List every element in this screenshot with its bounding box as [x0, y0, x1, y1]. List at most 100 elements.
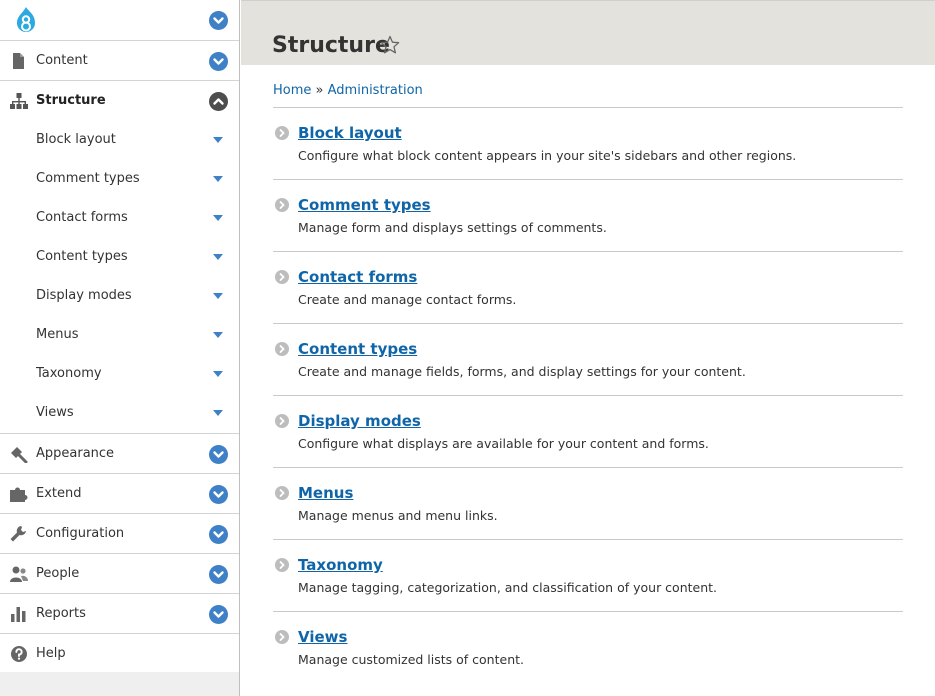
- sidebar-subitem-contact-forms[interactable]: Contact forms: [0, 199, 239, 238]
- chevron-down-icon[interactable]: [209, 52, 228, 71]
- admin-list-item-content-types: Content types Create and manage fields, …: [273, 324, 903, 396]
- breadcrumb-separator: »: [315, 83, 324, 98]
- sidebar-subitem-label: Taxonomy: [36, 366, 102, 381]
- admin-list-item-description: Manage customized lists of content.: [298, 652, 524, 667]
- sidebar-item-label: Extend: [36, 486, 82, 501]
- chevron-down-icon[interactable]: [209, 11, 228, 30]
- drupal-logo-icon[interactable]: [10, 5, 42, 37]
- admin-list-item-link[interactable]: Menus: [298, 484, 353, 502]
- admin-list-item-link[interactable]: Block layout: [298, 124, 402, 142]
- sidebar-subitem-views[interactable]: Views: [0, 394, 239, 433]
- sidebar-item-content[interactable]: Content: [0, 41, 239, 81]
- sidebar-subitem-label: Contact forms: [36, 210, 128, 225]
- sidebar-subitem-display-modes[interactable]: Display modes: [0, 277, 239, 316]
- admin-list-item-link[interactable]: Contact forms: [298, 268, 417, 286]
- sidebar-item-people[interactable]: People: [0, 554, 239, 594]
- admin-list-item-link[interactable]: Comment types: [298, 196, 431, 214]
- chevron-down-icon[interactable]: [209, 605, 228, 624]
- admin-list-item-comment-types: Comment types Manage form and displays s…: [273, 180, 903, 252]
- sidebar-item-help[interactable]: Help: [0, 634, 239, 674]
- sidebar-item-label: Configuration: [36, 526, 125, 541]
- caret-down-icon[interactable]: [213, 293, 223, 299]
- paintbrush-icon: [11, 447, 28, 463]
- chevron-down-icon[interactable]: [209, 485, 228, 504]
- caret-down-icon[interactable]: [213, 254, 223, 260]
- breadcrumb-administration-link[interactable]: Administration: [328, 83, 423, 98]
- admin-list-item-description: Create and manage fields, forms, and dis…: [298, 364, 746, 379]
- chevron-right-icon: [275, 558, 289, 572]
- chevron-right-icon: [275, 198, 289, 212]
- star-shortcut-icon[interactable]: [380, 35, 400, 55]
- chevron-down-icon[interactable]: [209, 525, 228, 544]
- admin-list-item-link[interactable]: Taxonomy: [298, 556, 383, 574]
- chevron-right-icon: [275, 486, 289, 500]
- sidebar-subitem-comment-types[interactable]: Comment types: [0, 160, 239, 199]
- sidebar-item-appearance[interactable]: Appearance: [0, 434, 239, 474]
- admin-list-item-link[interactable]: Views: [298, 628, 347, 646]
- sidebar-subitem-label: Content types: [36, 249, 128, 264]
- admin-list-item-views: Views Manage customized lists of content…: [273, 612, 903, 684]
- admin-list-item-description: Manage form and displays settings of com…: [298, 220, 607, 235]
- admin-list-item-taxonomy: Taxonomy Manage tagging, categorization,…: [273, 540, 903, 612]
- breadcrumb: Home » Administration: [273, 83, 423, 98]
- admin-list-item-contact-forms: Contact forms Create and manage contact …: [273, 252, 903, 324]
- sidebar-subitem-label: Block layout: [36, 132, 116, 147]
- people-icon: [10, 566, 28, 582]
- sidebar-item-label: Appearance: [36, 446, 115, 461]
- puzzle-icon: [10, 487, 28, 502]
- admin-list-item-link[interactable]: Content types: [298, 340, 417, 358]
- sidebar-subitem-label: Menus: [36, 327, 79, 342]
- sidebar-item-label: Content: [36, 53, 88, 68]
- chevron-up-icon[interactable]: [209, 92, 228, 111]
- sidebar-subitem-menus[interactable]: Menus: [0, 316, 239, 355]
- breadcrumb-home-link[interactable]: Home: [273, 83, 311, 98]
- admin-toolbar-sidebar: Content Structure Block layout Comment t…: [0, 0, 240, 696]
- sidebar-item-label: Reports: [36, 606, 86, 621]
- structure-submenu: Block layout Comment types Contact forms…: [0, 121, 239, 434]
- sidebar-item-configuration[interactable]: Configuration: [0, 514, 239, 554]
- sidebar-subitem-label: Views: [36, 405, 74, 420]
- chevron-down-icon[interactable]: [209, 565, 228, 584]
- admin-list-item-description: Manage tagging, categorization, and clas…: [298, 580, 718, 595]
- sidebar-item-label: Structure: [36, 93, 106, 108]
- bar-chart-icon: [11, 607, 26, 622]
- sidebar-item-label: People: [36, 566, 80, 581]
- chevron-right-icon: [275, 630, 289, 644]
- caret-down-icon[interactable]: [213, 410, 223, 416]
- caret-down-icon[interactable]: [213, 137, 223, 143]
- sidebar-item-extend[interactable]: Extend: [0, 474, 239, 514]
- admin-list-item-description: Configure what displays are available fo…: [298, 436, 709, 451]
- caret-down-icon[interactable]: [213, 371, 223, 377]
- sidebar-subitem-label: Display modes: [36, 288, 132, 303]
- sidebar-item-structure[interactable]: Structure: [0, 81, 239, 121]
- chevron-right-icon: [275, 270, 289, 284]
- chevron-down-icon[interactable]: [209, 445, 228, 464]
- admin-list-item-description: Create and manage contact forms.: [298, 292, 517, 307]
- sidebar-subitem-label: Comment types: [36, 171, 140, 186]
- sidebar-subitem-block-layout[interactable]: Block layout: [0, 121, 239, 160]
- sidebar-subitem-taxonomy[interactable]: Taxonomy: [0, 355, 239, 394]
- help-icon: [11, 646, 27, 662]
- sidebar-item-reports[interactable]: Reports: [0, 594, 239, 634]
- chevron-right-icon: [275, 414, 289, 428]
- caret-down-icon[interactable]: [213, 332, 223, 338]
- chevron-right-icon: [275, 342, 289, 356]
- wrench-icon: [10, 526, 26, 542]
- page-title: Structure: [272, 33, 390, 58]
- admin-list-item-description: Configure what block content appears in …: [298, 148, 797, 163]
- admin-list-item-menus: Menus Manage menus and menu links.: [273, 468, 903, 540]
- page-header: Structure: [241, 0, 935, 65]
- admin-list-item-display-modes: Display modes Configure what displays ar…: [273, 396, 903, 468]
- admin-list-item-block-layout: Block layout Configure what block conten…: [273, 108, 903, 180]
- caret-down-icon[interactable]: [213, 215, 223, 221]
- sidebar-footer-space: [0, 672, 239, 696]
- admin-list-item-link[interactable]: Display modes: [298, 412, 421, 430]
- sidebar-logo-row: [0, 0, 239, 41]
- sidebar-item-label: Help: [36, 646, 66, 661]
- sitemap-icon: [10, 93, 28, 109]
- admin-list-item-description: Manage menus and menu links.: [298, 508, 498, 523]
- chevron-right-icon: [275, 126, 289, 140]
- sidebar-subitem-content-types[interactable]: Content types: [0, 238, 239, 277]
- caret-down-icon[interactable]: [213, 176, 223, 182]
- file-icon: [13, 53, 24, 69]
